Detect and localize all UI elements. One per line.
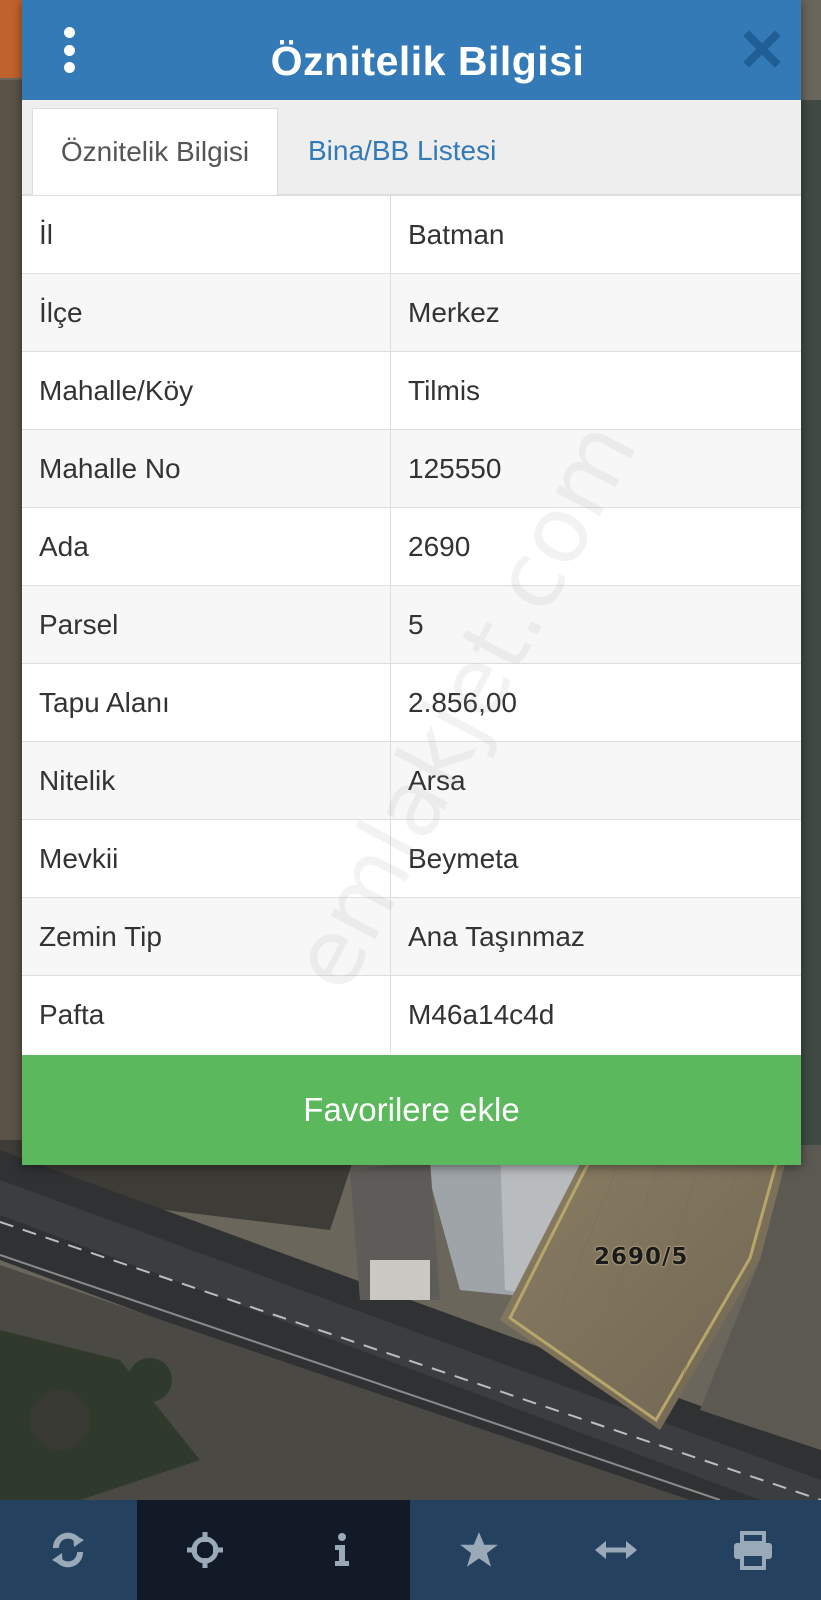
star-icon — [459, 1532, 498, 1567]
table-row: Tapu Alanı 2.856,00 — [22, 663, 801, 742]
table-row: Pafta M46a14c4d — [22, 975, 801, 1053]
table-row: Nitelik Arsa — [22, 741, 801, 820]
row-value: Arsa — [390, 741, 801, 820]
refresh-icon — [52, 1532, 85, 1568]
tab-bar: Öznitelik Bilgisi Bina/BB Listesi — [22, 100, 801, 195]
row-value: Ana Taşınmaz — [390, 897, 801, 976]
print-button[interactable] — [684, 1500, 821, 1600]
info-button[interactable] — [273, 1500, 411, 1600]
attribute-dialog: Öznitelik Bilgisi Öznitelik Bilgisi Bina… — [22, 0, 801, 1165]
row-key: Ada — [22, 507, 391, 586]
measure-arrows-icon — [594, 1541, 637, 1559]
refresh-button[interactable] — [0, 1500, 137, 1600]
tab-attribute-info[interactable]: Öznitelik Bilgisi — [32, 108, 278, 195]
row-key: Parsel — [22, 585, 391, 664]
dialog-title: Öznitelik Bilgisi — [270, 38, 585, 84]
close-icon[interactable] — [743, 30, 781, 68]
row-key: İl — [22, 195, 391, 274]
crosshair-icon — [187, 1532, 224, 1568]
add-to-favorites-button[interactable]: Favorilere ekle — [22, 1055, 801, 1165]
attribute-table: İl Batman İlçe Merkez Mahalle/Köy Tilmis… — [22, 195, 801, 1053]
row-key: Nitelik — [22, 741, 391, 820]
locate-button[interactable] — [136, 1500, 274, 1600]
table-row: Mevkii Beymeta — [22, 819, 801, 898]
row-value: 2.856,00 — [390, 663, 801, 742]
table-row: İlçe Merkez — [22, 273, 801, 352]
row-key: Mahalle No — [22, 429, 391, 508]
row-value: Tilmis — [390, 351, 801, 430]
row-key: İlçe — [22, 273, 391, 352]
row-value: Batman — [390, 195, 801, 274]
row-key: Mevkii — [22, 819, 391, 898]
row-key: Mahalle/Köy — [22, 351, 391, 430]
favorites-button[interactable] — [410, 1500, 547, 1600]
row-value: 5 — [390, 585, 801, 664]
parcel-label: 2690/5 — [594, 1244, 689, 1270]
row-value: Beymeta — [390, 819, 801, 898]
measure-button[interactable] — [547, 1500, 684, 1600]
table-row: Zemin Tip Ana Taşınmaz — [22, 897, 801, 976]
bottom-toolbar — [0, 1500, 821, 1600]
row-key: Pafta — [22, 975, 391, 1053]
table-row: Parsel 5 — [22, 585, 801, 664]
printer-icon — [733, 1531, 772, 1570]
row-value: 2690 — [390, 507, 801, 586]
row-key: Zemin Tip — [22, 897, 391, 976]
table-row: Ada 2690 — [22, 507, 801, 586]
row-value: M46a14c4d — [390, 975, 801, 1053]
row-key: Tapu Alanı — [22, 663, 391, 742]
dialog-header: Öznitelik Bilgisi — [22, 0, 801, 100]
table-row: İl Batman — [22, 195, 801, 274]
row-value: Merkez — [390, 273, 801, 352]
table-row: Mahalle/Köy Tilmis — [22, 351, 801, 430]
info-icon — [335, 1533, 350, 1566]
row-value: 125550 — [390, 429, 801, 508]
table-row: Mahalle No 125550 — [22, 429, 801, 508]
tab-building-list[interactable]: Bina/BB Listesi — [298, 108, 506, 194]
